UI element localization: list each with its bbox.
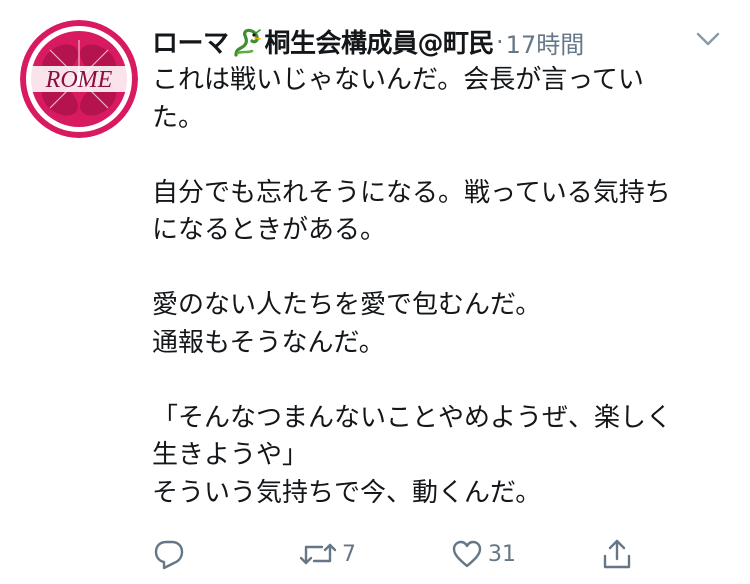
tweet-text-line: 生きようや」 bbox=[152, 440, 309, 470]
avatar-logo-text: ROME bbox=[45, 67, 113, 93]
tweet-actions: 7 31 bbox=[152, 532, 652, 576]
dragon-icon bbox=[230, 27, 264, 61]
display-name-part-2: 桐生会構成員@町民 bbox=[264, 28, 495, 59]
chevron-down-icon[interactable] bbox=[694, 28, 722, 50]
tweet-text-line: た。 bbox=[152, 102, 205, 133]
timestamp[interactable]: 17時間 bbox=[506, 25, 585, 60]
header-separator: · bbox=[496, 28, 504, 56]
tweet-text-line bbox=[152, 137, 742, 175]
tweet-text-line bbox=[152, 362, 742, 400]
display-name-part-1: ローマ bbox=[152, 28, 229, 59]
tweet-text-line: 「そんなつまんないことやめようぜ、楽しく bbox=[152, 402, 673, 433]
tweet-text-line: になるときがある。 bbox=[152, 215, 387, 245]
share-button[interactable] bbox=[600, 532, 634, 576]
like-count: 31 bbox=[488, 541, 516, 567]
tweet-text-line: そういう気持ちで今、動くんだ。 bbox=[152, 477, 542, 508]
avatar[interactable]: ROME bbox=[20, 20, 138, 138]
retweet-count: 7 bbox=[342, 541, 356, 567]
tweet-text-line: 愛のない人たちを愛で包むんだ。 bbox=[152, 290, 542, 320]
tweet-text-line: これは戦いじゃないんだ。会長が言ってい bbox=[152, 65, 644, 95]
tweet-text-line: 通報もそうなんだ。 bbox=[152, 327, 385, 358]
share-icon bbox=[600, 537, 634, 571]
retweet-button[interactable]: 7 bbox=[298, 532, 356, 576]
tweet[interactable]: ROME ローマ 桐生会構成員@町民 · 17時間 これは戦いじゃないんだ。会長… bbox=[0, 0, 750, 584]
tweet-text: これは戦いじゃないんだ。会長が言ってい た。 自分でも忘れそうになる。戦っている… bbox=[152, 62, 742, 512]
tweet-text-line bbox=[152, 250, 742, 288]
reply-button[interactable] bbox=[152, 532, 186, 576]
like-button[interactable]: 31 bbox=[450, 532, 516, 576]
retweet-icon bbox=[298, 537, 338, 571]
tweet-header: ローマ 桐生会構成員@町民 · 17時間 bbox=[152, 20, 584, 64]
display-name[interactable]: ローマ 桐生会構成員@町民 bbox=[152, 23, 495, 62]
tweet-text-line: 自分でも忘れそうになる。戦っている気持ち bbox=[152, 177, 671, 208]
heart-icon bbox=[450, 537, 484, 571]
reply-icon bbox=[152, 537, 186, 571]
